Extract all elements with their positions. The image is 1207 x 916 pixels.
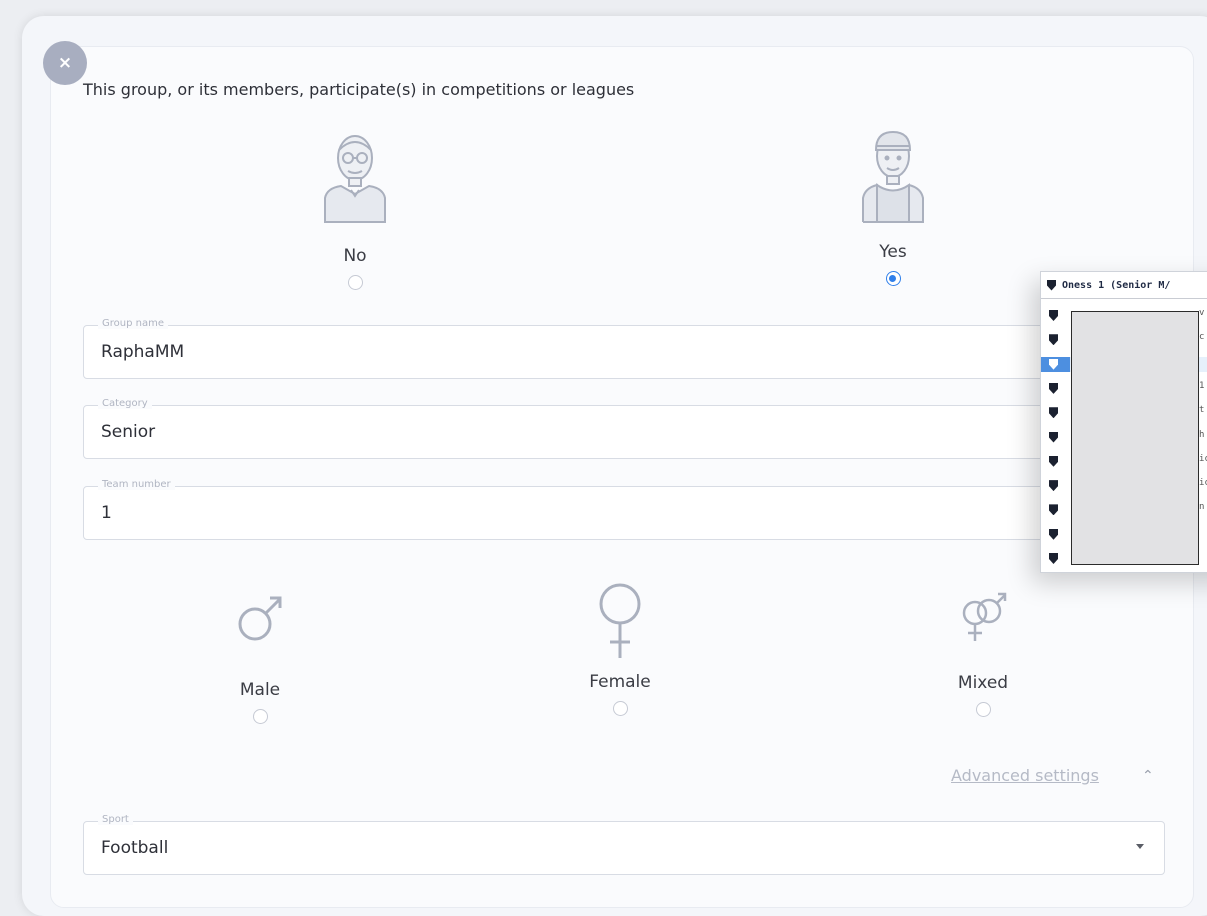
popup-item-text: h — [1199, 429, 1205, 440]
female-label: Female — [589, 672, 651, 692]
option-yes-label: Yes — [879, 242, 907, 262]
female-symbol-icon — [599, 583, 641, 658]
category-field[interactable]: Category Senior — [83, 398, 1165, 459]
shield-icon — [1049, 310, 1058, 321]
shield-icon — [1049, 407, 1058, 419]
male-symbol-icon — [238, 596, 282, 641]
shield-icon — [1049, 504, 1058, 516]
option-mixed[interactable]: Mixed — [933, 585, 1033, 721]
shield-icon — [1049, 455, 1058, 467]
team-number-field[interactable]: Team number 1 — [83, 479, 1165, 540]
option-male[interactable]: Male — [210, 588, 310, 728]
shield-icon — [1049, 553, 1058, 564]
redacted-area — [1071, 311, 1199, 565]
mixed-label: Mixed — [957, 673, 1009, 693]
popup-item-text: t — [1199, 405, 1205, 416]
radio-mixed[interactable] — [975, 702, 991, 717]
sport-select[interactable]: Sport Football — [83, 814, 1165, 875]
close-button[interactable]: × — [43, 41, 87, 85]
male-label: Male — [239, 680, 281, 700]
sport-label: Sport — [98, 814, 133, 825]
shield-icon — [1049, 382, 1058, 394]
group-name-value[interactable]: RaphaMM — [101, 342, 184, 362]
advanced-settings-link[interactable]: Advanced settings — [951, 766, 1099, 785]
shield-icon — [1047, 279, 1056, 291]
group-name-label: Group name — [98, 318, 168, 329]
radio-female[interactable] — [612, 701, 628, 716]
mixed-gender-icon — [962, 592, 1007, 641]
category-label: Category — [98, 398, 152, 409]
option-female[interactable]: Female — [570, 578, 670, 720]
popup-item-text: ic — [1199, 453, 1207, 464]
shield-icon — [1049, 528, 1058, 540]
chevron-up-icon[interactable]: ⌃ — [1142, 768, 1154, 784]
team-number-value[interactable]: 1 — [101, 503, 112, 523]
team-picker-popup[interactable]: Oness 1 (Senior M/ v c 1 t h ic ic n — [1040, 271, 1207, 573]
dropdown-arrow-icon[interactable] — [1136, 844, 1144, 849]
popup-item-text: 1 — [1199, 380, 1205, 391]
popup-item-text: v — [1199, 308, 1205, 318]
radio-male[interactable] — [252, 709, 268, 724]
competition-question: This group, or its members, participate(… — [83, 80, 635, 99]
group-name-field[interactable]: Group name RaphaMM — [83, 318, 1165, 379]
radio-no[interactable] — [347, 275, 363, 290]
popup-header-label: Oness 1 (Senior M/ — [1062, 279, 1171, 291]
shield-icon — [1049, 431, 1058, 443]
category-value[interactable]: Senior — [101, 422, 155, 442]
person-glasses-icon — [324, 135, 386, 223]
option-no[interactable]: No — [310, 128, 400, 294]
sport-value[interactable]: Football — [101, 838, 168, 858]
popup-item-text: c — [1199, 332, 1205, 343]
radio-yes[interactable] — [885, 271, 901, 286]
shield-icon — [1049, 334, 1058, 346]
popup-header[interactable]: Oness 1 (Senior M/ — [1041, 272, 1207, 299]
athlete-icon — [862, 130, 924, 223]
option-no-label: No — [343, 246, 367, 266]
shield-icon — [1049, 480, 1058, 492]
team-number-label: Team number — [98, 479, 175, 490]
popup-item-text: ic — [1199, 478, 1207, 489]
popup-item-text: n — [1199, 502, 1205, 513]
option-yes[interactable]: Yes — [848, 122, 938, 290]
